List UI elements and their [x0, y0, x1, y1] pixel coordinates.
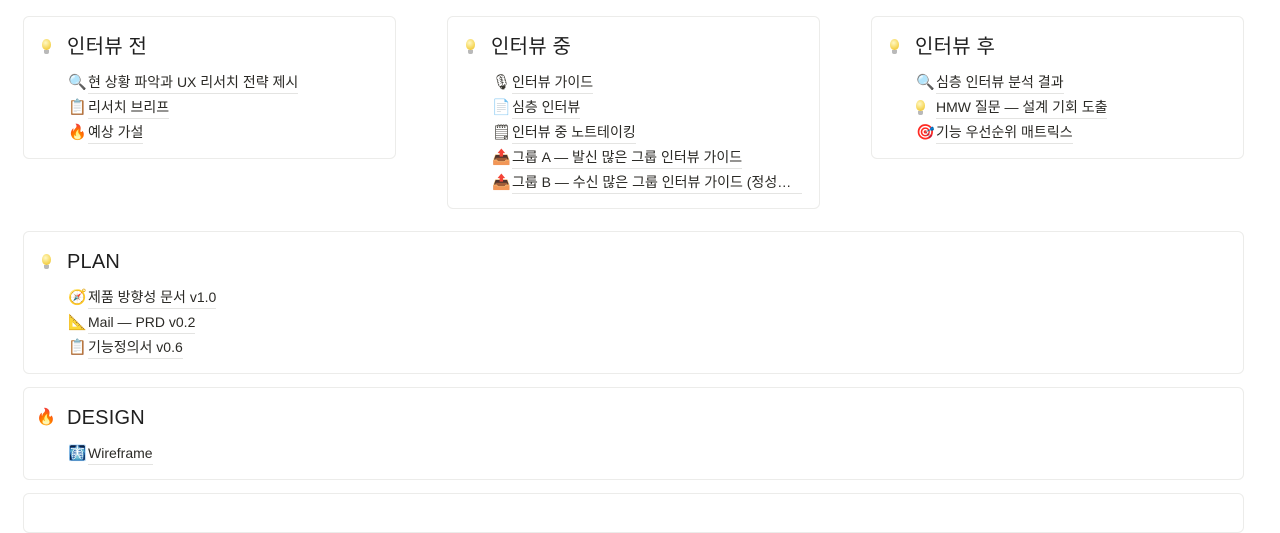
item-label[interactable]: 기능정의서 v0.6 [88, 337, 183, 359]
item-label[interactable]: 인터뷰 중 노트테이킹 [512, 122, 636, 144]
list-item[interactable]: 📋 기능정의서 v0.6 [68, 335, 1233, 360]
clipboard-icon: 📋 [68, 338, 87, 356]
card-plan: PLAN 🧭 제품 방향성 문서 v1.0 📐 Mail — PRD v0.2 … [23, 231, 1244, 374]
fire-icon: 🔥 [68, 123, 87, 141]
lightbulb-icon [884, 37, 904, 57]
item-label[interactable]: 심층 인터뷰 [512, 97, 581, 119]
triangular-ruler-icon: 📐 [68, 313, 87, 331]
card-before-interview: 인터뷰 전 🔍 현 상황 파악과 UX 리서치 전략 제시 📋 리서치 브리프 … [23, 16, 396, 159]
item-label[interactable]: 제품 방향성 문서 v1.0 [88, 287, 217, 309]
card-design: 🔥 DESIGN 🩻 Wireframe [23, 387, 1244, 480]
lightbulb-icon [916, 98, 936, 118]
item-label[interactable]: 리서치 브리프 [88, 97, 170, 119]
magnifier-icon: 🔍 [916, 73, 935, 91]
microphone-icon: 🎙 [492, 73, 512, 91]
item-label[interactable]: 현 상황 파악과 UX 리서치 전략 제시 [88, 72, 299, 94]
lightbulb-icon [460, 37, 480, 57]
card-after-interview: 인터뷰 후 🔍 심층 인터뷰 분석 결과 HMW 질문 — 설계 기회 도출 🎯… [871, 16, 1244, 159]
card-title: 인터뷰 전 [67, 36, 148, 58]
item-label[interactable]: 기능 우선순위 매트릭스 [936, 122, 1073, 144]
xray-icon: 🩻 [68, 444, 87, 462]
outbox-tray-icon: 📤 [492, 148, 511, 166]
list-item[interactable]: 🗒 인터뷰 중 노트테이킹 [492, 120, 809, 145]
list-item[interactable]: 🔥 예상 가설 [68, 120, 385, 145]
list-item[interactable]: 📤 그룹 A — 발신 많은 그룹 인터뷰 가이드 [492, 145, 809, 170]
lightbulb-icon [36, 37, 56, 57]
card-next-partial [23, 493, 1244, 533]
list-item[interactable]: 📐 Mail — PRD v0.2 [68, 310, 1233, 335]
item-label[interactable]: Wireframe [88, 443, 153, 465]
lightbulb-icon [36, 252, 56, 272]
compass-icon: 🧭 [68, 288, 87, 306]
card-title: DESIGN [67, 407, 145, 429]
list-item[interactable]: 🩻 Wireframe [68, 441, 1233, 466]
list-item[interactable]: 🎯 기능 우선순위 매트릭스 [916, 120, 1233, 145]
item-label[interactable]: 그룹 B — 수신 많은 그룹 인터뷰 가이드 (정성욱 대표… [512, 172, 802, 194]
magnifier-icon: 🔍 [68, 73, 87, 91]
card-title: 인터뷰 후 [915, 36, 996, 58]
item-label[interactable]: 인터뷰 가이드 [512, 72, 594, 94]
outbox-tray-icon: 📤 [492, 173, 511, 191]
item-label[interactable]: 예상 가설 [88, 122, 144, 144]
list-item[interactable]: 🧭 제품 방향성 문서 v1.0 [68, 285, 1233, 310]
item-label[interactable]: HMW 질문 — 설계 기회 도출 [936, 97, 1108, 119]
item-label[interactable]: 그룹 A — 발신 많은 그룹 인터뷰 가이드 [512, 147, 743, 169]
item-label[interactable]: 심층 인터뷰 분석 결과 [936, 72, 1064, 94]
clipboard-icon: 📋 [68, 98, 87, 116]
list-item[interactable]: 🔍 현 상황 파악과 UX 리서치 전략 제시 [68, 70, 385, 95]
list-item[interactable]: HMW 질문 — 설계 기회 도출 [916, 95, 1233, 120]
list-item[interactable]: 📤 그룹 B — 수신 많은 그룹 인터뷰 가이드 (정성욱 대표… [492, 170, 809, 195]
card-during-interview: 인터뷰 중 🎙 인터뷰 가이드 📄 심층 인터뷰 🗒 인터뷰 중 노트테이킹 📤… [447, 16, 820, 209]
notepad-icon: 🗒 [492, 123, 512, 141]
list-item[interactable]: 🔍 심층 인터뷰 분석 결과 [916, 70, 1233, 95]
fire-icon: 🔥 [36, 409, 56, 426]
page-icon: 📄 [492, 98, 511, 116]
target-icon: 🎯 [916, 123, 935, 141]
list-item[interactable]: 📄 심층 인터뷰 [492, 95, 809, 120]
list-item[interactable]: 📋 리서치 브리프 [68, 95, 385, 120]
item-label[interactable]: Mail — PRD v0.2 [88, 312, 196, 334]
card-title: 인터뷰 중 [491, 36, 572, 58]
card-title: PLAN [67, 251, 121, 273]
list-item[interactable]: 🎙 인터뷰 가이드 [492, 70, 809, 95]
